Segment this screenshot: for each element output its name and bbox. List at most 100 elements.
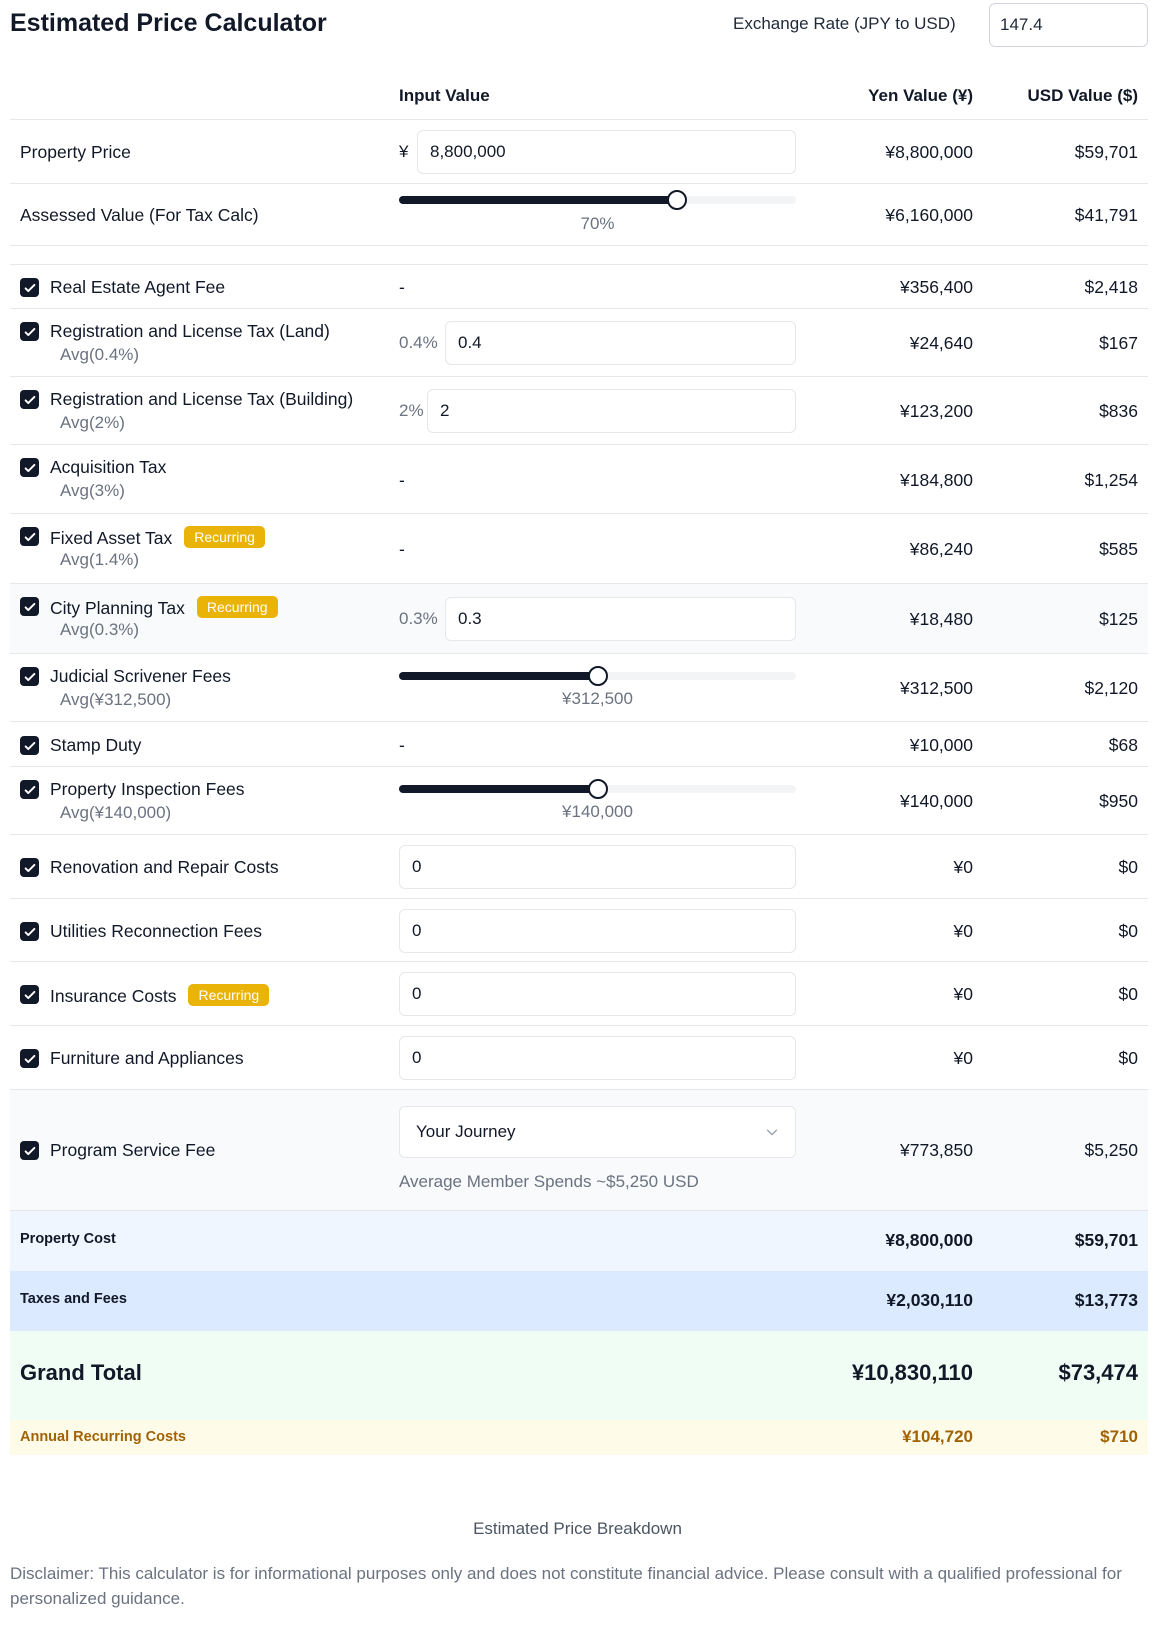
slider-fill	[399, 196, 677, 204]
annual-recurring-usd: $710	[1100, 1427, 1138, 1446]
fee-checkbox[interactable]	[20, 985, 39, 1004]
program-fee-yen: ¥773,850	[900, 1140, 973, 1160]
fee-label-text: Registration and License Tax (Land)	[50, 321, 330, 341]
fee-checkbox[interactable]	[20, 458, 39, 477]
fee-row: City Planning Tax Recurring Avg(0.3%) 0.3% 0…	[10, 584, 1148, 654]
check-icon	[24, 395, 35, 404]
program-select[interactable]: Your Journey	[399, 1106, 796, 1158]
exchange-rate-input[interactable]	[989, 3, 1148, 47]
fee-checkbox[interactable]	[20, 278, 39, 297]
slider-thumb[interactable]	[587, 666, 608, 686]
fee-amount-input[interactable]: 0	[399, 1036, 796, 1080]
header-yen-value: Yen Value (¥)	[868, 86, 973, 105]
fee-checkbox[interactable]	[20, 1049, 39, 1068]
grand-total-usd: $73,474	[1058, 1360, 1138, 1385]
table-header-row: Input Value Yen Value (¥) USD Value ($)	[10, 68, 1148, 120]
fee-percent-input[interactable]: 2	[427, 389, 796, 433]
fee-usd-value: $1,254	[1084, 470, 1138, 490]
check-icon	[24, 283, 35, 292]
fee-average: Avg(1.4%)	[60, 550, 140, 569]
header-input-value: Input Value	[399, 86, 490, 105]
fee-checkbox[interactable]	[20, 667, 39, 686]
fee-percent-input[interactable]: 0.4	[445, 321, 796, 365]
property-price-usd: $59,701	[1074, 142, 1138, 162]
fee-average: Avg(¥140,000)	[60, 803, 172, 822]
program-select-value: Your Journey	[416, 1122, 516, 1141]
fee-amount-input[interactable]: 0	[399, 845, 796, 889]
fee-amount-input[interactable]: 0	[399, 972, 796, 1016]
fee-label: Registration and License Tax (Land)	[50, 321, 330, 342]
fee-percent-prefix: 2%	[399, 401, 424, 420]
check-icon	[24, 741, 35, 750]
taxes-fees-yen: ¥2,030,110	[886, 1290, 973, 1310]
fee-label-text: Real Estate Agent Fee	[50, 277, 226, 297]
fee-yen-value: ¥0	[953, 921, 973, 941]
fee-checkbox[interactable]	[20, 322, 39, 341]
slider-thumb[interactable]	[587, 779, 608, 799]
fee-label: Registration and License Tax (Building)	[50, 389, 353, 410]
fee-usd-value: $0	[1118, 857, 1138, 877]
fee-average: Avg(3%)	[60, 481, 125, 500]
fee-input-placeholder: -	[399, 735, 405, 755]
check-icon	[24, 327, 35, 336]
recurring-badge: Recurring	[196, 596, 278, 618]
check-icon	[24, 463, 35, 472]
assessed-value-label: Assessed Value (For Tax Calc)	[20, 205, 259, 225]
fee-row: Registration and License Tax (Building) A…	[10, 377, 1148, 445]
chart-caption: Estimated Price Breakdown	[473, 1519, 682, 1538]
fee-average: Avg(0.4%)	[60, 345, 140, 364]
fee-label: Acquisition Tax	[50, 457, 166, 478]
fee-checkbox[interactable]	[20, 736, 39, 755]
chevron-down-icon	[766, 1129, 778, 1136]
fee-label-text: Fixed Asset Tax	[50, 528, 173, 548]
fee-label: Fixed Asset Tax Recurring	[50, 526, 265, 549]
program-fee-label: Program Service Fee	[50, 1140, 216, 1160]
fee-slider[interactable]	[399, 779, 796, 799]
slider-fill	[399, 672, 598, 680]
fee-yen-value: ¥86,240	[909, 539, 973, 559]
fee-checkbox[interactable]	[20, 858, 39, 877]
check-icon	[24, 1054, 35, 1063]
recurring-badge: Recurring	[184, 526, 265, 548]
fee-row: Fixed Asset Tax Recurring Avg(1.4%) - ¥86,24…	[10, 514, 1148, 584]
fee-input-placeholder: -	[399, 470, 405, 490]
fee-checkbox[interactable]	[20, 922, 39, 941]
property-price-input[interactable]: 8,800,000	[417, 130, 796, 174]
fee-yen-value: ¥123,200	[900, 401, 973, 421]
recurring-badge: Recurring	[188, 984, 270, 1006]
fee-row: Stamp Duty - ¥10,000 $68	[10, 722, 1148, 767]
check-icon	[24, 1146, 35, 1155]
grand-total-label: Grand Total	[20, 1360, 142, 1385]
program-fee-checkbox[interactable]	[20, 1141, 39, 1160]
program-fee-usd: $5,250	[1084, 1140, 1138, 1160]
fee-label-text: Registration and License Tax (Building)	[50, 389, 354, 409]
fee-checkbox[interactable]	[20, 527, 39, 546]
annual-recurring-row: Annual Recurring Costs ¥104,720 $710	[10, 1420, 1148, 1455]
fee-label-text: Utilities Reconnection Fees	[50, 921, 263, 941]
fee-amount-input[interactable]: 0	[399, 909, 796, 953]
fee-usd-value: $0	[1118, 1048, 1138, 1068]
fee-label: City Planning Tax Recurring	[50, 596, 278, 619]
check-icon	[24, 532, 35, 541]
fee-label-text: Insurance Costs	[50, 986, 177, 1006]
fee-label: Judicial Scrivener Fees	[50, 666, 231, 687]
fee-label-text: Property Inspection Fees	[50, 779, 245, 799]
fee-percent-input[interactable]: 0.3	[445, 597, 796, 641]
program-note: Average Member Spends ~$5,250 USD	[399, 1172, 699, 1191]
fee-label-text: City Planning Tax	[50, 598, 185, 618]
fee-checkbox[interactable]	[20, 597, 39, 616]
slider-thumb[interactable]	[666, 190, 687, 210]
fee-yen-value: ¥356,400	[900, 277, 973, 297]
assessed-value-slider[interactable]	[399, 190, 796, 210]
fee-yen-value: ¥140,000	[900, 791, 973, 811]
annual-recurring-yen: ¥104,720	[902, 1427, 973, 1446]
page-title: Estimated Price Calculator	[10, 9, 327, 37]
check-icon	[24, 672, 35, 681]
fee-slider[interactable]	[399, 666, 796, 686]
fee-row: Registration and License Tax (Land) Avg(0…	[10, 309, 1148, 377]
fee-yen-value: ¥24,640	[909, 333, 973, 353]
fee-checkbox[interactable]	[20, 780, 39, 799]
fee-checkbox[interactable]	[20, 390, 39, 409]
fee-yen-value: ¥0	[953, 1048, 973, 1068]
taxes-fees-usd: $13,773	[1074, 1290, 1138, 1310]
